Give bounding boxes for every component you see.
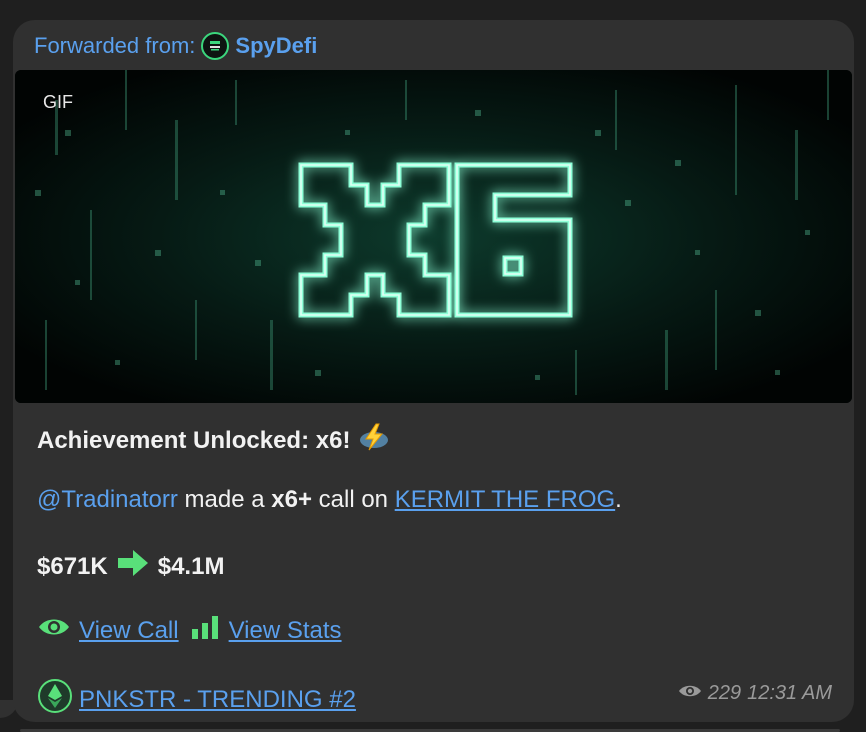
eye-icon [37,616,71,645]
message-bubble[interactable]: Forwarded from: SpyDefi GIF Achievement … [13,20,854,722]
message-meta: 229 12:31 AM [678,682,832,705]
user-mention-link[interactable]: @Tradinatorr [37,486,178,513]
view-stats-link[interactable]: View Stats [229,617,342,645]
message-time: 12:31 AM [747,682,832,704]
forwarded-channel-name[interactable]: SpyDefi [235,33,317,59]
view-call-link[interactable]: View Call [79,617,179,645]
multiplier-text: x6+ [271,486,312,513]
action-links: View Call View Stats [37,614,342,647]
gif-media[interactable]: GIF [15,70,852,403]
price-change: $671K $4.1M [37,550,224,583]
achievement-title-text: Achievement Unlocked: x6! [37,426,351,454]
spydefi-logo-icon[interactable] [201,32,230,60]
trending-row: PNKSTR - TRENDING #2 [37,678,356,721]
achievement-title: Achievement Unlocked: x6! [37,422,390,459]
green-right-arrow-icon [117,550,148,583]
bar-chart-icon [191,614,221,647]
views-eye-icon [678,682,702,705]
token-link[interactable]: KERMIT THE FROG [395,486,615,513]
gif-badge: GIF [43,92,73,112]
forwarded-prefix: Forwarded from: [34,33,196,58]
lightning-emoji-icon [358,422,390,459]
views-count: 229 [707,682,742,704]
trending-link[interactable]: PNKSTR - TRENDING #2 [79,686,356,714]
gif-frame [15,70,852,403]
desc-period: . [615,486,622,513]
call-description: @Tradinatorr made a x6+ call on KERMIT T… [37,486,622,514]
price-to: $4.1M [157,552,225,580]
desc-text-b: call on [311,486,395,513]
ethereum-icon [37,678,73,721]
price-from: $671K [37,552,108,580]
desc-text-a: made a [177,486,272,513]
forwarded-header[interactable]: Forwarded from: SpyDefi [34,32,317,60]
